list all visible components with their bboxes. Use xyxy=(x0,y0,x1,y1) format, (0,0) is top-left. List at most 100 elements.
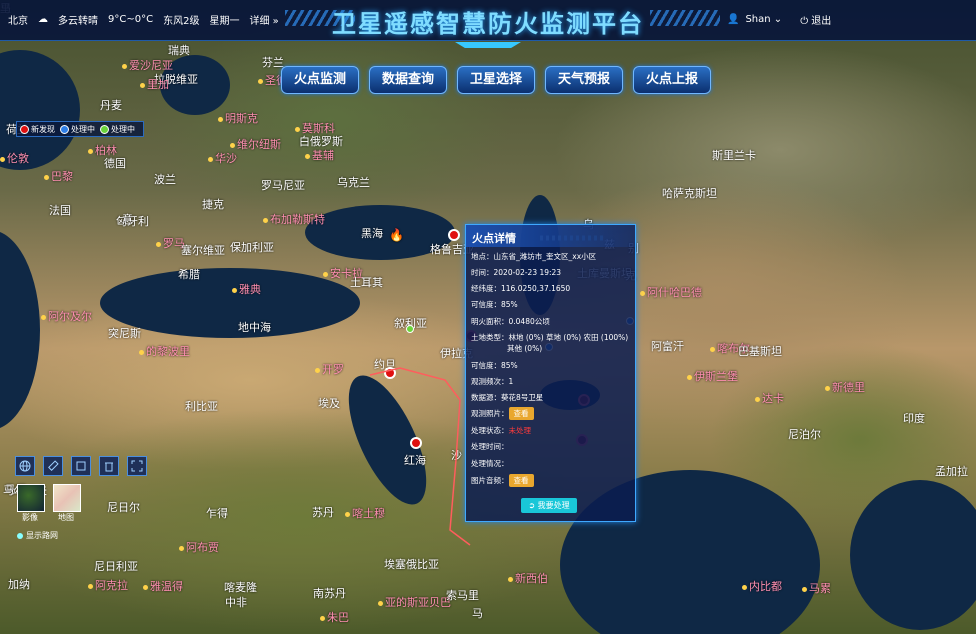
place-label: 保加利亚 xyxy=(230,241,274,254)
ruler-icon xyxy=(48,460,59,471)
legend-dot-green xyxy=(100,124,109,134)
popup-lnglat: 经纬度：116.0250,37.1650 xyxy=(471,284,571,293)
popup-title: 火点详情 xyxy=(472,232,516,245)
place-label: 土耳其 xyxy=(350,276,383,289)
popup-handle-time: 处理时间： xyxy=(471,442,509,451)
trash-icon xyxy=(105,462,113,472)
user-icon: 👤 xyxy=(727,14,740,25)
place-label: 巴基斯坦 xyxy=(738,345,782,358)
popup-area: 明火面积：0.0480公顷 xyxy=(471,317,550,326)
nav-satellite-select[interactable]: 卫星选择 xyxy=(457,66,535,94)
chevron-down-icon: ⌄ xyxy=(773,14,783,25)
wind: 东风2级 xyxy=(163,16,200,27)
place-label: 新西伯 xyxy=(508,570,548,586)
atlantic xyxy=(0,230,40,430)
place-label: 丹麦 xyxy=(100,99,122,112)
top-bar: 北京 ☁ 多云转晴 9°C~0°C 东风2级 星期一 详细 » 卫星遥感智慧防火… xyxy=(0,0,976,48)
place-label: 伊斯兰堡 xyxy=(687,368,738,384)
place-label: 斯里兰卡 xyxy=(712,149,756,162)
place-label: 塞尔维亚 xyxy=(181,244,225,257)
fire-marker-new[interactable] xyxy=(448,229,460,241)
layer-map[interactable]: 地图 xyxy=(53,484,81,523)
popup-photo-row: 观测照片： 查看 xyxy=(471,407,534,420)
place-label: 雅温得 xyxy=(143,578,183,594)
popup-status-row: 处理状态：未处理 xyxy=(471,425,531,436)
logout-button[interactable]: ⏻ 退出 xyxy=(800,12,831,27)
handle-button[interactable]: ➲ 我要处理 xyxy=(521,498,577,513)
place-label: 达卡 xyxy=(755,390,784,406)
city-label: 北京 xyxy=(8,16,28,27)
popup-landtype-other: 其他 (0%) xyxy=(507,344,543,353)
globe-tool[interactable] xyxy=(15,456,35,476)
place-label: 新德里 xyxy=(825,379,865,395)
place-label: 索马里 xyxy=(446,589,479,602)
place-label: 阿克拉 xyxy=(88,577,128,593)
place-label: 希腊 xyxy=(178,268,200,281)
view-photo-button[interactable]: 查看 xyxy=(508,407,534,420)
weekday: 星期一 xyxy=(209,16,240,27)
user-area: 👤 Shan ⌄ ⏻ 退出 xyxy=(727,12,831,27)
place-label: 突尼斯 xyxy=(108,327,141,340)
place-label: 内比都 xyxy=(742,578,782,594)
place-label: 阿什哈巴德 xyxy=(640,284,702,300)
place-label: 巴黎 xyxy=(44,168,73,184)
popup-confidence: 可信度：85% xyxy=(471,300,518,309)
popup-status-label: 处理状态： xyxy=(471,426,509,435)
fire-detail-popup: 火点详情 地点：山东省_潍坊市_奎文区_xx小区 时间：2020-02-23 1… xyxy=(465,224,636,522)
place-label: 雅典 xyxy=(232,281,261,297)
nav-data-query[interactable]: 数据查询 xyxy=(369,66,447,94)
place-label: 朱巴 xyxy=(320,609,349,625)
popup-handle-info: 处理情况： xyxy=(471,459,509,468)
place-label: 孟加拉 xyxy=(935,465,968,478)
popup-time: 时间：2020-02-23 19:23 xyxy=(471,268,562,277)
layer-switcher: 影像 地图 xyxy=(17,484,81,523)
logout-label: 退出 xyxy=(811,16,832,27)
legend-processing-green: 处理中 xyxy=(100,124,135,135)
place-label: 利比亚 xyxy=(185,400,218,413)
place-label: 南苏丹 xyxy=(313,587,346,600)
nav-fire-monitor[interactable]: 火点监测 xyxy=(281,66,359,94)
popup-address: 地点：山东省_潍坊市_奎文区_xx小区 xyxy=(471,252,597,261)
legend-processing-blue: 处理中 xyxy=(60,124,95,135)
legend-processing-label: 处理中 xyxy=(111,124,135,134)
layer-image-thumb xyxy=(17,484,45,512)
delete-tool[interactable] xyxy=(99,456,119,476)
weather-condition: 多云转晴 xyxy=(58,16,98,27)
place-label: 哈萨克斯坦 xyxy=(662,187,717,200)
popup-media-label: 图片音频： xyxy=(471,476,509,485)
place-label: 里加 xyxy=(140,76,169,92)
rectangle-tool[interactable] xyxy=(71,456,91,476)
popup-header: 火点详情 xyxy=(466,225,635,247)
place-label: 德国 xyxy=(104,157,126,170)
temperature: 9°C~0°C xyxy=(108,14,154,25)
user-menu[interactable]: Shan ⌄ xyxy=(745,14,782,25)
place-label: 尼日尔 xyxy=(107,501,140,514)
place-label: 基辅 xyxy=(305,147,334,163)
place-label: 马累 xyxy=(802,580,831,596)
page-title: 卫星遥感智慧防火监测平台 xyxy=(332,10,644,38)
place-label: 印度 xyxy=(903,412,925,425)
place-label: 明斯克 xyxy=(218,110,258,126)
ruler-tool[interactable] xyxy=(43,456,63,476)
fire-marker-processing[interactable] xyxy=(406,325,414,333)
legend: 新发现 处理中 处理中 xyxy=(16,121,144,137)
show-route-toggle[interactable]: 显示路网 xyxy=(17,530,58,541)
popup-confidence2: 可信度：85% xyxy=(471,361,518,370)
fullscreen-tool[interactable] xyxy=(127,456,147,476)
popup-frequency: 观测频次：1 xyxy=(471,377,514,386)
layer-image-label: 影像 xyxy=(22,513,38,522)
place-label: 尼日利亚 xyxy=(94,560,138,573)
place-label: 乌克兰 xyxy=(337,176,370,189)
nav-weather[interactable]: 天气预报 xyxy=(545,66,623,94)
legend-new: 新发现 xyxy=(20,124,55,135)
view-media-button[interactable]: 查看 xyxy=(508,474,534,487)
fire-icon: 🔥 xyxy=(389,228,404,242)
place-label: 波兰 xyxy=(154,173,176,186)
layer-image[interactable]: 影像 xyxy=(17,484,45,523)
place-label: 阿富汗 xyxy=(651,340,684,353)
place-label: 罗马尼亚 xyxy=(261,179,305,192)
route-toggle-dot xyxy=(17,532,23,539)
place-label: 法国 xyxy=(49,204,71,217)
rectangle-icon xyxy=(76,461,86,471)
nav-fire-report[interactable]: 火点上报 xyxy=(633,66,711,94)
